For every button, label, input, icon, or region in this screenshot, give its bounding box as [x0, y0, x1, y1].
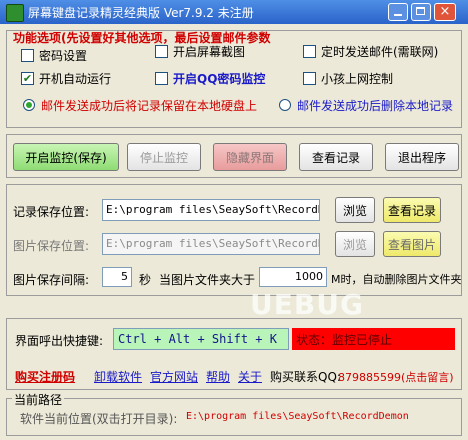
hotkey-label: 界面呼出快捷键: [15, 334, 104, 348]
title-bar[interactable]: 屏幕键盘记录精灵经典版 Ver7.9.2 未注册 × [0, 0, 468, 24]
window-title: 屏幕键盘记录精灵经典版 Ver7.9.2 未注册 [28, 6, 254, 20]
options-panel: 功能选项(先设置好其他选项，最后设置邮件参数 密码设置 开启屏幕截图 定时发送邮… [6, 30, 462, 128]
actions-panel: 开启监控(保存) 停止监控 隐藏界面 查看记录 退出程序 [6, 134, 462, 178]
password-settings-checkbox[interactable] [21, 49, 34, 62]
view-images-button[interactable]: 查看图片 [383, 231, 441, 257]
timed-email-checkbox[interactable] [303, 45, 316, 58]
exit-button[interactable]: 退出程序 [385, 143, 459, 171]
record-path-field[interactable]: E:\program files\SeaySoft\RecordDemon [102, 199, 320, 221]
password-settings-label[interactable]: 密码设置 [39, 47, 87, 64]
kid-control-checkbox[interactable] [303, 72, 316, 85]
about-link[interactable]: 关于 [238, 368, 262, 385]
delete-local-radio[interactable] [279, 99, 291, 111]
hide-window-button[interactable]: 隐藏界面 [213, 143, 287, 171]
image-path-field[interactable]: E:\program files\SeaySoft\RecordDemon [102, 233, 320, 255]
view-records-button[interactable]: 查看记录 [299, 143, 373, 171]
minimize-icon [394, 14, 402, 16]
close-icon: × [439, 4, 451, 19]
hotkey-input[interactable]: Ctrl + Alt + Shift + K [113, 328, 289, 350]
delete-local-label[interactable]: 邮件发送成功后删除本地记录 [297, 97, 453, 114]
kid-control-label[interactable]: 小孩上网控制 [321, 70, 393, 87]
app-icon [6, 4, 24, 22]
image-path-label: 图片保存位置: [13, 239, 90, 253]
watermark-logo: UEBUG [250, 288, 364, 321]
qq-monitor-checkbox[interactable] [155, 72, 168, 85]
browse-records-button[interactable]: 浏览 [335, 197, 375, 223]
help-link[interactable]: 帮助 [206, 368, 230, 385]
maximize-button[interactable] [411, 3, 431, 21]
screen-capture-checkbox[interactable] [155, 45, 168, 58]
screen-capture-label[interactable]: 开启屏幕截图 [173, 43, 245, 60]
view-records-folder-button[interactable]: 查看记录 [383, 197, 441, 223]
interval-input[interactable]: 5 [102, 267, 132, 287]
keep-local-radio[interactable] [23, 99, 35, 111]
size-limit-suffix: M时，自动删除图片文件夹 [331, 273, 462, 286]
size-limit-label: 当图片文件夹大于 [159, 273, 256, 287]
qq-monitor-label[interactable]: 开启QQ密码监控 [173, 70, 265, 87]
official-site-link[interactable]: 官方网站 [150, 368, 198, 385]
record-path-label: 记录保存位置: [13, 205, 90, 219]
interval-label: 图片保存间隔: [13, 273, 90, 287]
paths-panel: 记录保存位置: E:\program files\SeaySoft\Record… [6, 184, 462, 296]
qq-contact-link[interactable]: 879885599(点击留言) [338, 369, 454, 385]
minimize-button[interactable] [388, 3, 408, 21]
current-path-legend: 当前路径 [12, 391, 65, 408]
browse-images-button[interactable]: 浏览 [335, 231, 375, 257]
autostart-checkbox[interactable]: ✔ [21, 72, 34, 85]
check-icon: ✔ [22, 72, 33, 85]
uninstall-link[interactable]: 卸载软件 [94, 368, 142, 385]
seconds-label: 秒 [139, 273, 152, 287]
qq-contact-label: 购买联系QQ: [270, 370, 341, 384]
current-path-value[interactable]: E:\program files\SeaySoft\RecordDemon [186, 411, 409, 422]
stop-monitor-button[interactable]: 停止监控 [127, 143, 201, 171]
start-monitor-button[interactable]: 开启监控(保存) [13, 143, 119, 171]
keep-local-label[interactable]: 邮件发送成功后将记录保留在本地硬盘上 [41, 97, 257, 114]
current-path-label: 软件当前位置(双击打开目录): [20, 412, 178, 426]
close-button[interactable]: × [434, 3, 456, 21]
timed-email-label[interactable]: 定时发送邮件(需联网) [321, 43, 438, 60]
maximize-icon [416, 7, 425, 15]
buy-registration-link[interactable]: 购买注册码 [15, 368, 75, 385]
size-limit-input[interactable]: 1000 [259, 267, 327, 287]
status-indicator: 状态：监控已停止 [292, 328, 455, 350]
autostart-label[interactable]: 开机自动运行 [39, 70, 111, 87]
